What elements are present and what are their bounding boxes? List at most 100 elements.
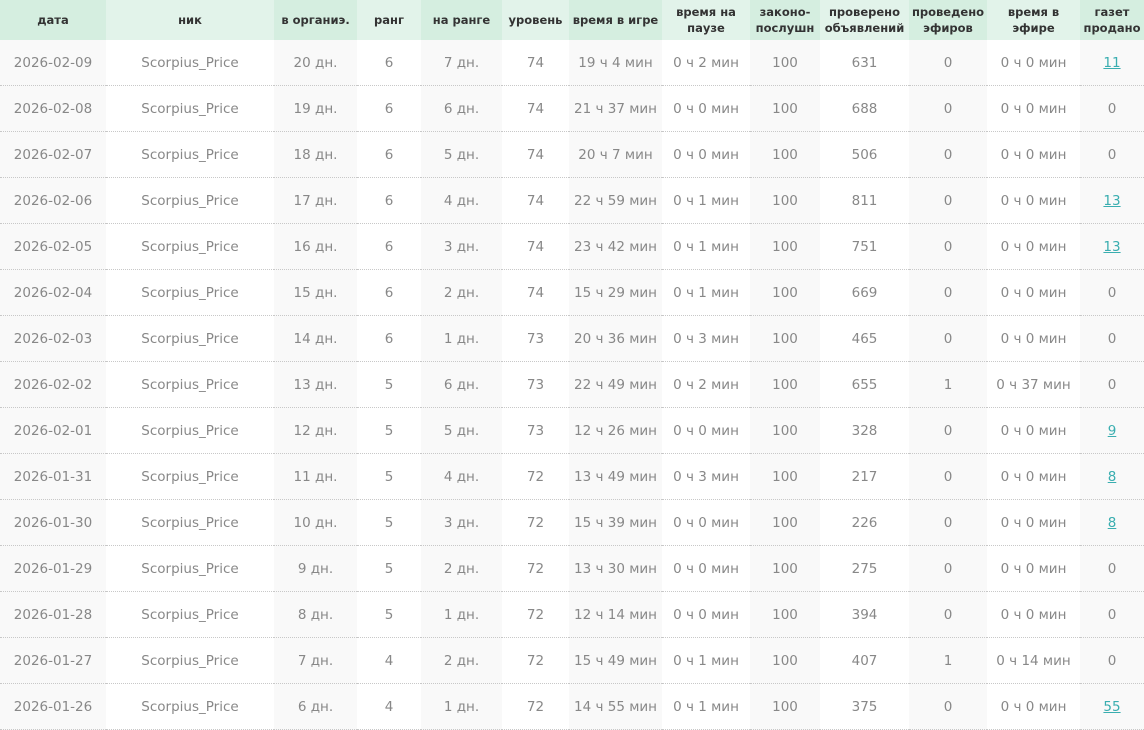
cell-ads-checked: 688	[820, 85, 909, 132]
cell-time-paused: 0 ч 1 мин	[662, 683, 750, 730]
cell-time-paused: 0 ч 1 мин	[662, 637, 750, 684]
column-header-rank[interactable]: ранг	[357, 0, 421, 40]
cell-ads-checked: 375	[820, 683, 909, 730]
column-header-nick[interactable]: ник	[106, 0, 274, 40]
column-header-time-on-air[interactable]: время в эфире	[987, 0, 1080, 40]
cell-time-on-air: 0 ч 0 мин	[987, 683, 1080, 730]
column-header-broadcasts[interactable]: проведено эфиров	[909, 0, 987, 40]
cell-time-in-game: 20 ч 36 мин	[569, 315, 662, 362]
cell-on-rank: 1 дн.	[421, 683, 502, 730]
cell-time-paused: 0 ч 2 мин	[662, 361, 750, 408]
cell-time-on-air: 0 ч 0 мин	[987, 545, 1080, 592]
cell-ads-checked: 226	[820, 499, 909, 546]
newspapers-sold-link[interactable]: 8	[1108, 469, 1117, 485]
column-header-newspapers-sold[interactable]: газет продано	[1080, 0, 1144, 40]
cell-date: 2026-02-06	[0, 177, 106, 224]
cell-date: 2026-01-28	[0, 591, 106, 638]
newspapers-sold-link[interactable]: 55	[1103, 699, 1120, 715]
cell-broadcasts: 0	[909, 453, 987, 500]
cell-nick: Scorpius_Price	[106, 131, 274, 178]
cell-in-org: 19 дн.	[274, 85, 357, 132]
cell-time-on-air: 0 ч 0 мин	[987, 177, 1080, 224]
cell-ads-checked: 655	[820, 361, 909, 408]
cell-broadcasts: 1	[909, 637, 987, 684]
cell-newspapers-sold: 0	[1080, 131, 1144, 178]
cell-date: 2026-02-01	[0, 407, 106, 454]
cell-in-org: 17 дн.	[274, 177, 357, 224]
cell-date: 2026-01-29	[0, 545, 106, 592]
cell-on-rank: 1 дн.	[421, 315, 502, 362]
cell-newspapers-sold: 9	[1080, 407, 1144, 454]
cell-date: 2026-02-09	[0, 40, 106, 86]
cell-date: 2026-01-26	[0, 683, 106, 730]
newspapers-sold-link[interactable]: 13	[1103, 239, 1120, 255]
cell-on-rank: 1 дн.	[421, 591, 502, 638]
cell-law-abiding: 100	[750, 269, 820, 316]
cell-nick: Scorpius_Price	[106, 85, 274, 132]
cell-broadcasts: 0	[909, 545, 987, 592]
cell-nick: Scorpius_Price	[106, 683, 274, 730]
cell-broadcasts: 0	[909, 40, 987, 86]
cell-nick: Scorpius_Price	[106, 545, 274, 592]
column-header-in-org[interactable]: в органиэ.	[274, 0, 357, 40]
cell-time-on-air: 0 ч 0 мин	[987, 499, 1080, 546]
cell-broadcasts: 0	[909, 223, 987, 270]
table-row: 2026-02-02 Scorpius_Price 13 дн. 5 6 дн. 73 22…	[0, 361, 1144, 408]
cell-level: 72	[502, 453, 569, 500]
cell-on-rank: 3 дн.	[421, 499, 502, 546]
cell-level: 74	[502, 269, 569, 316]
cell-in-org: 9 дн.	[274, 545, 357, 592]
column-header-time-paused[interactable]: время на паузе	[662, 0, 750, 40]
table-row: 2026-02-09 Scorpius_Price 20 дн. 6 7 дн. 74 19…	[0, 40, 1144, 86]
cell-ads-checked: 217	[820, 453, 909, 500]
column-header-ads-checked[interactable]: проверено объявлений	[820, 0, 909, 40]
cell-time-in-game: 22 ч 59 мин	[569, 177, 662, 224]
cell-time-on-air: 0 ч 0 мин	[987, 269, 1080, 316]
newspapers-sold-link[interactable]: 8	[1108, 515, 1117, 531]
cell-time-in-game: 12 ч 26 мин	[569, 407, 662, 454]
cell-nick: Scorpius_Price	[106, 269, 274, 316]
cell-time-in-game: 12 ч 14 мин	[569, 591, 662, 638]
cell-on-rank: 6 дн.	[421, 361, 502, 408]
cell-level: 72	[502, 683, 569, 730]
newspapers-sold-link[interactable]: 9	[1108, 423, 1117, 439]
cell-rank: 5	[357, 361, 421, 408]
newspapers-sold-link[interactable]: 11	[1103, 55, 1120, 71]
cell-rank: 4	[357, 683, 421, 730]
cell-time-in-game: 14 ч 55 мин	[569, 683, 662, 730]
table-row: 2026-01-30 Scorpius_Price 10 дн. 5 3 дн. 72 15…	[0, 499, 1144, 546]
column-header-on-rank[interactable]: на ранге	[421, 0, 502, 40]
cell-on-rank: 2 дн.	[421, 545, 502, 592]
cell-newspapers-sold: 0	[1080, 591, 1144, 638]
cell-law-abiding: 100	[750, 223, 820, 270]
table-row: 2026-02-03 Scorpius_Price 14 дн. 6 1 дн. 73 20…	[0, 315, 1144, 362]
cell-in-org: 8 дн.	[274, 591, 357, 638]
cell-in-org: 14 дн.	[274, 315, 357, 362]
column-header-date[interactable]: дата	[0, 0, 106, 40]
cell-law-abiding: 100	[750, 40, 820, 86]
cell-time-paused: 0 ч 1 мин	[662, 177, 750, 224]
cell-nick: Scorpius_Price	[106, 361, 274, 408]
cell-time-paused: 0 ч 0 мин	[662, 85, 750, 132]
cell-in-org: 11 дн.	[274, 453, 357, 500]
cell-law-abiding: 100	[750, 85, 820, 132]
cell-time-in-game: 15 ч 29 мин	[569, 269, 662, 316]
cell-ads-checked: 631	[820, 40, 909, 86]
cell-newspapers-sold: 13	[1080, 223, 1144, 270]
cell-ads-checked: 407	[820, 637, 909, 684]
newspapers-sold-link[interactable]: 13	[1103, 193, 1120, 209]
cell-on-rank: 2 дн.	[421, 269, 502, 316]
cell-newspapers-sold: 8	[1080, 499, 1144, 546]
cell-on-rank: 4 дн.	[421, 177, 502, 224]
cell-nick: Scorpius_Price	[106, 591, 274, 638]
column-header-level[interactable]: уровень	[502, 0, 569, 40]
table-row: 2026-02-01 Scorpius_Price 12 дн. 5 5 дн. 73 12…	[0, 407, 1144, 454]
cell-rank: 5	[357, 545, 421, 592]
cell-on-rank: 3 дн.	[421, 223, 502, 270]
cell-rank: 5	[357, 499, 421, 546]
cell-time-paused: 0 ч 0 мин	[662, 407, 750, 454]
column-header-time-in-game[interactable]: время в игре	[569, 0, 662, 40]
column-header-law-abiding[interactable]: законо-послушн	[750, 0, 820, 40]
cell-rank: 6	[357, 269, 421, 316]
cell-date: 2026-02-05	[0, 223, 106, 270]
